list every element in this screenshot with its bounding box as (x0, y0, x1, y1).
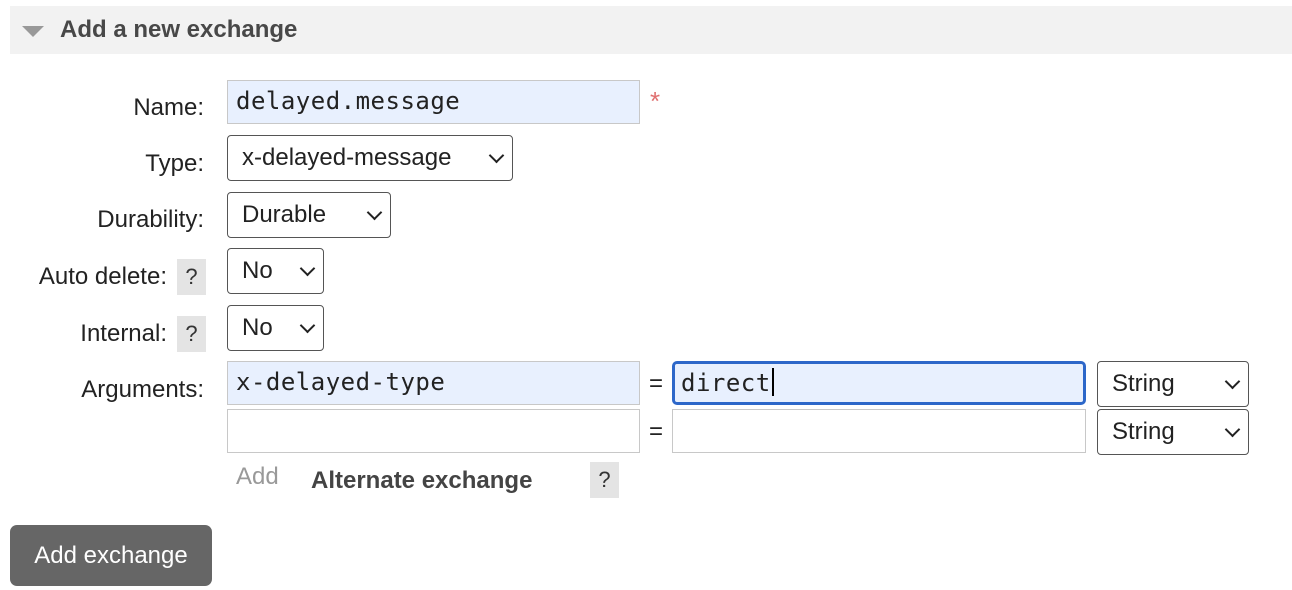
chevron-down-icon (1224, 373, 1241, 390)
argument-value-input[interactable] (672, 409, 1086, 453)
arguments-label: Arguments: (81, 376, 204, 403)
type-label: Type: (145, 150, 204, 177)
chevron-down-icon (299, 260, 316, 277)
type-select-value: x-delayed-message (242, 144, 452, 171)
section-title: Add a new exchange (60, 16, 298, 43)
alternate-exchange-link[interactable]: Alternate exchange (311, 465, 532, 497)
alternate-exchange-help-icon[interactable]: ? (590, 462, 619, 498)
argument-value-text: direct (681, 369, 771, 397)
argument-equals-sign: = (649, 370, 664, 397)
durability-label: Durability: (97, 206, 204, 233)
argument-value-input[interactable]: direct (672, 361, 1086, 405)
chevron-down-icon (366, 204, 383, 221)
argument-type-select-value: String (1112, 418, 1175, 445)
argument-key-input[interactable] (227, 409, 640, 453)
required-marker: * (650, 86, 661, 116)
auto-delete-select[interactable]: No (227, 248, 324, 294)
chevron-down-icon (299, 317, 316, 334)
name-label: Name: (133, 94, 204, 121)
argument-type-select[interactable]: String (1097, 361, 1249, 407)
chevron-down-icon (1224, 421, 1241, 438)
durability-select[interactable]: Durable (227, 192, 391, 238)
auto-delete-help-icon[interactable]: ? (177, 259, 206, 295)
argument-type-select[interactable]: String (1097, 409, 1249, 455)
auto-delete-label: Auto delete: (38, 263, 167, 290)
section-header[interactable]: Add a new exchange (10, 6, 1292, 54)
name-input[interactable]: delayed.message (227, 80, 640, 124)
argument-key-input[interactable]: x-delayed-type (227, 361, 640, 405)
type-select[interactable]: x-delayed-message (227, 135, 513, 181)
add-argument-link[interactable]: Add (236, 461, 279, 493)
add-exchange-button[interactable]: Add exchange (10, 525, 212, 586)
durability-select-value: Durable (242, 201, 327, 228)
internal-label: Internal: (80, 320, 167, 347)
text-cursor (771, 368, 774, 396)
internal-select-value: No (242, 314, 273, 341)
internal-select[interactable]: No (227, 305, 324, 351)
internal-help-icon[interactable]: ? (177, 316, 206, 352)
chevron-down-icon (488, 147, 505, 164)
argument-equals-sign: = (649, 418, 664, 445)
argument-type-select-value: String (1112, 370, 1175, 397)
auto-delete-select-value: No (242, 257, 273, 284)
caret-down-icon[interactable] (22, 26, 44, 37)
